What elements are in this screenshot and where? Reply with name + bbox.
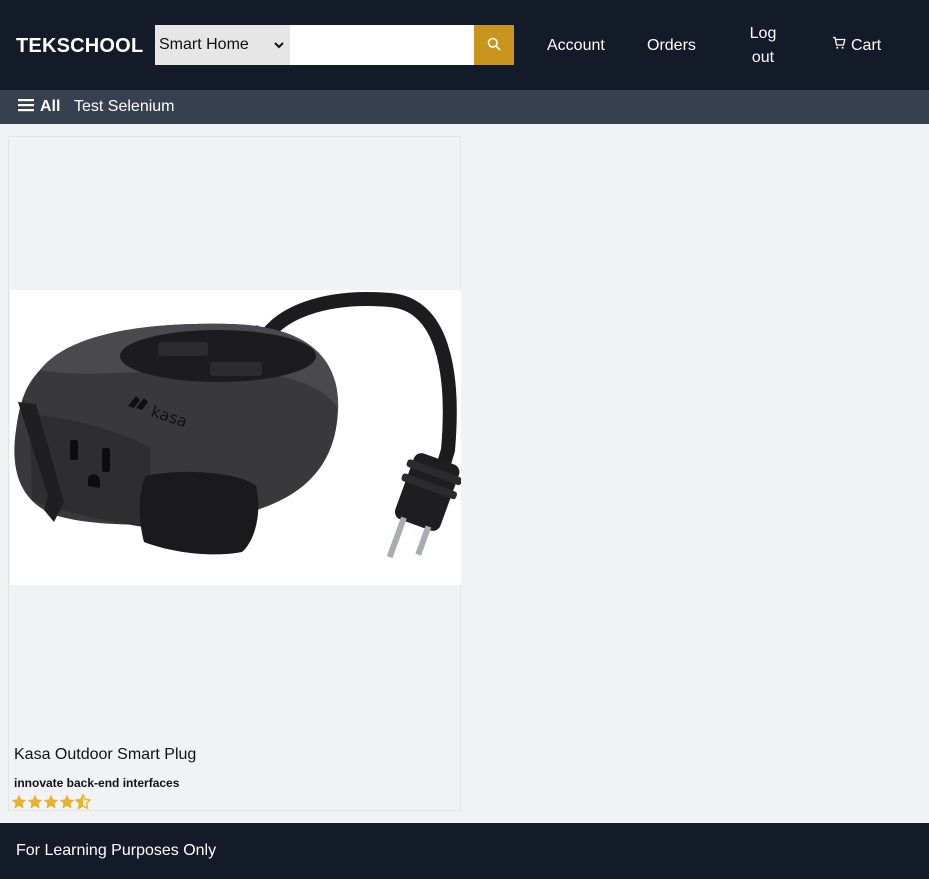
search-icon — [487, 37, 501, 54]
all-menu-label: All — [40, 98, 61, 115]
cart-label: Cart — [851, 37, 882, 54]
search-input[interactable] — [290, 25, 474, 65]
category-select-value: Smart Home — [159, 36, 249, 53]
top-header: TEKSCHOOL Smart Home Account Orders Log … — [0, 0, 929, 90]
sub-nav: All Test Selenium — [0, 90, 929, 124]
site-logo[interactable]: TEKSCHOOL — [16, 33, 143, 59]
account-link[interactable]: Account — [547, 34, 605, 58]
product-description: innovate back-end interfaces — [14, 776, 180, 790]
footer-text: For Learning Purposes Only — [16, 842, 217, 859]
product-name[interactable]: Kasa Outdoor Smart Plug — [14, 744, 196, 766]
category-select[interactable]: Smart Home — [155, 25, 290, 65]
star-full-icon — [59, 794, 75, 809]
star-full-icon — [43, 794, 59, 809]
orders-link[interactable]: Orders — [647, 34, 696, 58]
search-button[interactable] — [474, 25, 514, 65]
test-selenium-link[interactable]: Test Selenium — [74, 90, 175, 124]
product-image[interactable]: kasa — [10, 290, 461, 585]
all-menu-button[interactable]: All — [18, 90, 60, 124]
product-card[interactable]: kasa Kasa Outdoor Smart Plug innovate ba… — [8, 136, 461, 811]
chevron-down-icon — [272, 25, 286, 65]
cart-icon — [832, 34, 846, 58]
hamburger-icon — [18, 98, 36, 117]
star-half-icon — [75, 794, 91, 810]
cart-link[interactable]: Cart — [832, 34, 881, 58]
star-full-icon — [11, 794, 27, 809]
footer: For Learning Purposes Only — [0, 823, 929, 879]
logout-link[interactable]: Log out — [738, 22, 788, 70]
star-full-icon — [27, 794, 43, 809]
product-rating — [11, 794, 91, 810]
